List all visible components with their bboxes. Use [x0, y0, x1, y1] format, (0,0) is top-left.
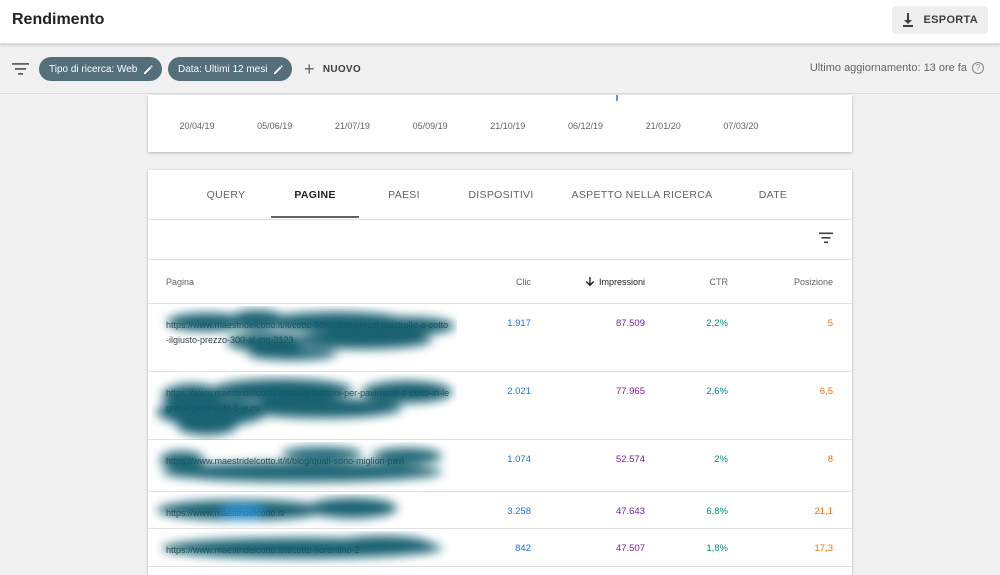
performance-chart-card: 20/04/19 05/06/19 21/07/19 05/09/19 21/10/19… — [148, 95, 852, 152]
data-table-card: QUERY PAGINE PAESI DISPOSITIVI ASPETTO N… — [148, 170, 852, 575]
plus-icon: + — [304, 59, 315, 79]
column-header-ctr[interactable]: CTR — [710, 277, 729, 287]
date-range-chip[interactable]: Data: Ultimi 12 mesi — [168, 57, 293, 81]
performance-chart: 20/04/19 05/06/19 21/07/19 05/09/19 21/10/19… — [179, 95, 758, 131]
impressions-value: 47.507 — [615, 543, 645, 554]
active-tab-indicator — [271, 216, 359, 218]
clicks-value: 1.917 — [507, 318, 531, 329]
column-header-impressions[interactable]: Impressioni — [585, 277, 645, 287]
edit-pencil-icon — [144, 64, 154, 74]
position-value: 17,3 — [814, 543, 834, 554]
page-url[interactable]: https://www.maestridelcotto.it/it/blog/m… — [166, 386, 451, 416]
page-url[interactable]: https://www.maestridelcotto.it/it/cotto-… — [166, 543, 451, 558]
tab-query[interactable]: QUERY — [188, 170, 264, 220]
tab-pages[interactable]: PAGINE — [271, 170, 359, 220]
page-url[interactable]: https://www.maestridelcotto.it/ — [166, 506, 451, 521]
column-header-impressions-label: Impressioni — [598, 277, 645, 287]
tab-search-appearance[interactable]: ASPETTO NELLA RICERCA — [564, 170, 720, 220]
edit-pencil-icon — [274, 64, 284, 74]
position-value: 8 — [827, 454, 833, 465]
x-tick-label: 21/07/19 — [335, 121, 370, 131]
position-value: 6,5 — [819, 386, 833, 397]
x-tick-label: 05/06/19 — [257, 121, 292, 131]
column-header-clicks[interactable]: Clic — [516, 277, 531, 287]
table-row[interactable]: https://www.maestridelcotto.it/it/blog/q… — [148, 440, 852, 492]
export-button[interactable]: ESPORTA — [891, 6, 988, 34]
help-icon[interactable]: ? — [972, 62, 984, 74]
new-filter-label: NUOVO — [322, 63, 361, 75]
x-tick-label: 20/04/19 — [179, 121, 214, 131]
ctr-value: 1,8% — [706, 543, 728, 554]
tab-dates[interactable]: DATE — [738, 170, 808, 220]
page-url[interactable]: https://www.maestridelcotto.it/it/blog/q… — [166, 454, 451, 469]
position-value: 21,1 — [814, 506, 834, 517]
last-update-info: Ultimo aggiornamento: 13 ore fa ? — [810, 62, 984, 74]
tab-countries[interactable]: PAESI — [368, 170, 440, 220]
table-row[interactable]: https://www.maestridelcotto.it/it/cotto-… — [148, 304, 852, 372]
column-header-page: Pagina — [166, 277, 195, 287]
x-tick-label: 21/10/19 — [490, 121, 525, 131]
search-type-chip-label: Tipo di ricerca: Web — [49, 63, 138, 75]
position-value: 5 — [827, 318, 833, 329]
ctr-value: 6,8% — [706, 506, 728, 517]
export-label: ESPORTA — [923, 14, 978, 26]
page-title: Rendimento — [12, 11, 105, 28]
table-header: Pagina Clic Impressioni CTR Posizione — [148, 260, 852, 304]
top-header: Rendimento ESPORTA — [0, 0, 1000, 44]
ctr-value: 2,6% — [706, 386, 728, 397]
table-row[interactable]: https://www.maestridelcotto.it/ 3.258 47… — [148, 492, 852, 529]
ctr-value: 2,2% — [706, 318, 728, 329]
filter-bar: Tipo di ricerca: Web Data: Ultimi 12 mes… — [0, 45, 1000, 94]
impressions-value: 77.965 — [615, 386, 645, 397]
x-tick-label: 07/03/20 — [723, 121, 758, 131]
new-filter-button[interactable]: + NUOVO — [304, 58, 361, 80]
clicks-value: 2.021 — [507, 386, 531, 397]
impressions-value: 52.574 — [615, 454, 645, 465]
filter-icon[interactable] — [12, 62, 29, 76]
dimension-tabs: QUERY PAGINE PAESI DISPOSITIVI ASPETTO N… — [148, 170, 852, 220]
table-row[interactable]: https://www.maestridelcotto.it/it/blog/m… — [148, 372, 852, 440]
x-axis-ticks: 20/04/19 05/06/19 21/07/19 05/09/19 21/10/19… — [179, 121, 758, 131]
table-toolbar — [148, 220, 852, 260]
clicks-value: 842 — [515, 543, 531, 554]
x-tick-label: 06/12/19 — [568, 121, 603, 131]
sort-down-arrow-icon — [585, 277, 595, 287]
impressions-value: 47.643 — [615, 506, 645, 517]
clicks-value: 1.074 — [507, 454, 531, 465]
clicks-value: 3.258 — [507, 506, 531, 517]
table-filter-icon[interactable] — [819, 232, 833, 244]
tab-devices[interactable]: DISPOSITIVI — [458, 170, 544, 220]
search-type-chip[interactable]: Tipo di ricerca: Web — [39, 57, 163, 81]
impressions-value: 87.509 — [615, 318, 645, 329]
date-range-chip-label: Data: Ultimi 12 mesi — [178, 63, 268, 75]
last-update-text: Ultimo aggiornamento: 13 ore fa — [809, 62, 967, 74]
ctr-value: 2% — [714, 454, 728, 465]
download-icon — [902, 13, 913, 27]
column-header-position[interactable]: Posizione — [794, 277, 833, 287]
table-row[interactable]: https://www.maestridelcotto.it/it/cotto-… — [148, 529, 852, 567]
x-tick-label: 05/09/19 — [413, 121, 448, 131]
x-tick-label: 21/01/20 — [646, 121, 681, 131]
page-url[interactable]: https://www.maestridelcotto.it/it/cotto-… — [166, 318, 451, 348]
